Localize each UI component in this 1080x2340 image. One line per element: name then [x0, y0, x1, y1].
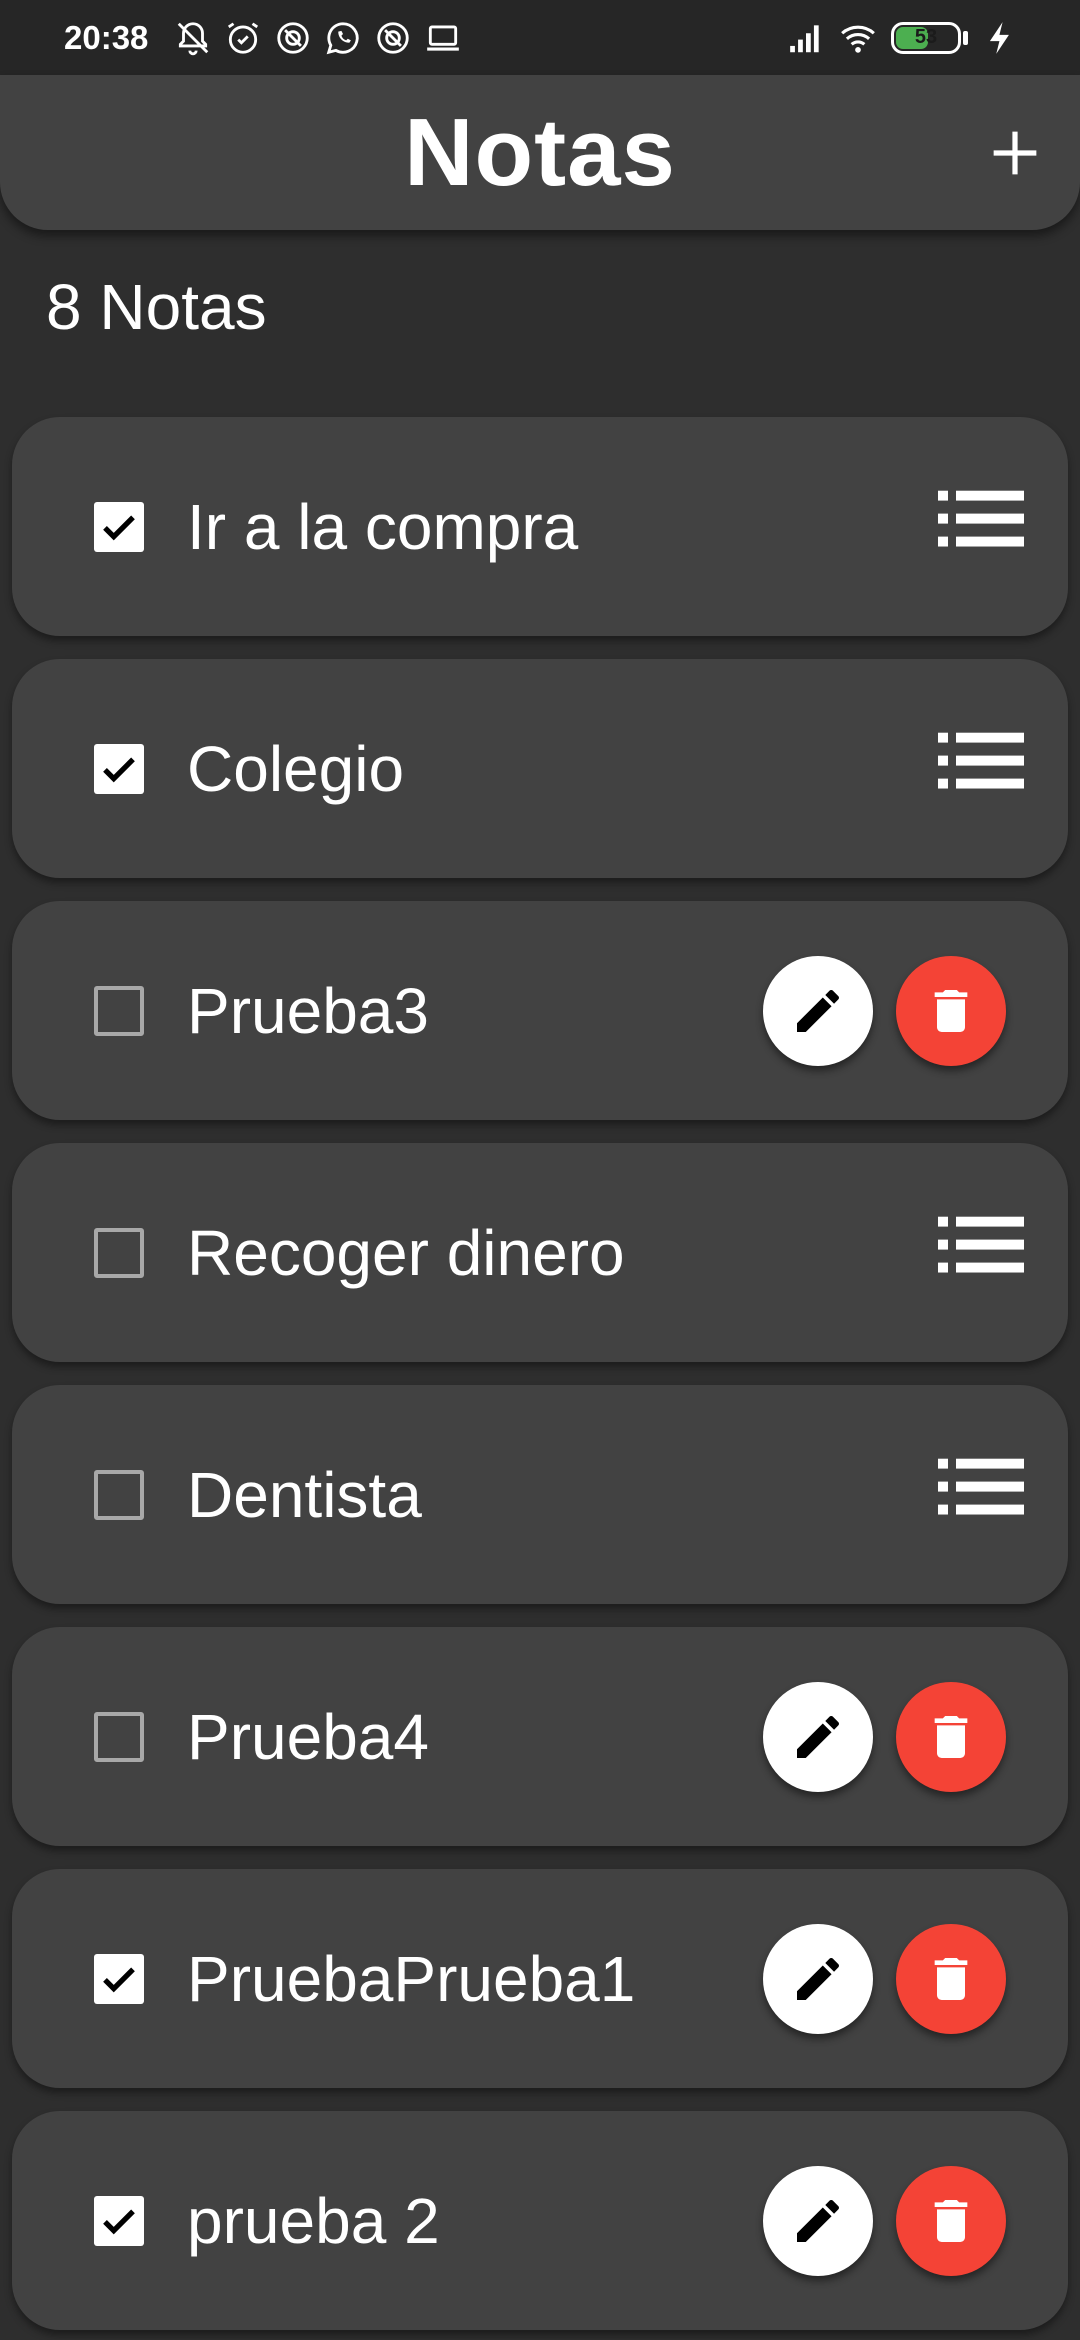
- bell-off-icon: [174, 19, 212, 57]
- check-icon: [103, 1967, 135, 1992]
- delete-button[interactable]: [896, 955, 1006, 1066]
- trash-icon: [934, 2199, 968, 2242]
- note-title: PruebaPrueba1: [187, 1942, 636, 2015]
- battery-tip: [963, 30, 968, 45]
- add-note-button[interactable]: [980, 118, 1050, 188]
- delete-button[interactable]: [896, 2165, 1006, 2276]
- check-icon: [103, 515, 135, 540]
- note-card[interactable]: Dentista: [12, 1385, 1068, 1604]
- note-list: Ir a la compra Colegio Prueba3 Recoger dine…: [12, 417, 1068, 2340]
- trash-icon: [934, 989, 968, 1032]
- delete-button[interactable]: [896, 1681, 1006, 1792]
- page-title: Notas: [404, 98, 676, 206]
- list-icon[interactable]: [938, 1216, 1024, 1273]
- note-checkbox[interactable]: [94, 985, 144, 1036]
- check-icon: [103, 2209, 135, 2234]
- alarm-icon: [224, 19, 262, 57]
- note-card[interactable]: prueba 2: [12, 2111, 1068, 2330]
- laptop-icon: [424, 19, 462, 57]
- note-checkbox[interactable]: [94, 743, 144, 794]
- note-checkbox[interactable]: [94, 501, 144, 552]
- note-checkbox[interactable]: [94, 1953, 144, 2004]
- edit-button[interactable]: [763, 1681, 873, 1792]
- delete-button[interactable]: [896, 1923, 1006, 2034]
- note-title: Dentista: [187, 1458, 422, 1531]
- status-right: 53: [787, 19, 1020, 57]
- pencil-icon: [797, 1957, 840, 2000]
- note-title: Recoger dinero: [187, 1216, 625, 1289]
- note-title: prueba 2: [187, 2184, 440, 2257]
- note-card[interactable]: PruebaPrueba1: [12, 1869, 1068, 2088]
- note-card[interactable]: Prueba3: [12, 901, 1068, 1120]
- pencil-icon: [797, 1715, 840, 1758]
- note-card[interactable]: Prueba4: [12, 1627, 1068, 1846]
- plus-icon: [993, 131, 1037, 174]
- edit-button[interactable]: [763, 2165, 873, 2276]
- trash-icon: [934, 1715, 968, 1758]
- app-notification-icon: [274, 19, 312, 57]
- edit-button[interactable]: [763, 955, 873, 1066]
- pencil-icon: [797, 989, 840, 1032]
- app-notification-icon: [374, 19, 412, 57]
- note-checkbox[interactable]: [94, 1711, 144, 1762]
- charging-icon: [982, 19, 1020, 57]
- list-icon[interactable]: [938, 490, 1024, 547]
- edit-button[interactable]: [763, 1923, 873, 2034]
- whatsapp-icon: [324, 19, 362, 57]
- note-checkbox[interactable]: [94, 1227, 144, 1278]
- list-icon[interactable]: [938, 1458, 1024, 1515]
- status-bar: 20:38 53: [0, 0, 1080, 75]
- note-title: Prueba3: [187, 974, 429, 1047]
- notes-count: 8 Notas: [46, 271, 267, 343]
- note-checkbox[interactable]: [94, 2195, 144, 2246]
- trash-icon: [934, 1957, 968, 2000]
- battery-indicator: 53: [891, 21, 961, 54]
- app-bar: Notas: [0, 75, 1080, 230]
- note-card[interactable]: Ir a la compra: [12, 417, 1068, 636]
- note-card[interactable]: Recoger dinero: [12, 1143, 1068, 1362]
- pencil-icon: [797, 2199, 840, 2242]
- status-time: 20:38: [64, 18, 149, 56]
- list-icon[interactable]: [938, 732, 1024, 789]
- battery-level: 53: [914, 26, 938, 48]
- note-card[interactable]: Colegio: [12, 659, 1068, 878]
- wifi-icon: [839, 19, 877, 57]
- note-title: Prueba4: [187, 1700, 429, 1773]
- note-title: Ir a la compra: [187, 490, 579, 563]
- screen: 20:38 53 Notas 8 Notas Ir a la compra Co…: [0, 0, 1080, 2340]
- note-title: Colegio: [187, 732, 405, 805]
- status-left: 20:38: [64, 19, 462, 57]
- signal-icon: [787, 19, 825, 57]
- note-checkbox[interactable]: [94, 1469, 144, 1520]
- check-icon: [103, 757, 135, 782]
